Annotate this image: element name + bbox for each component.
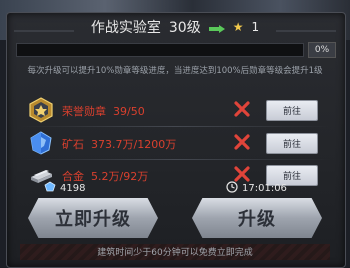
progress-percent: 0%	[308, 42, 336, 58]
progress-row: 0%	[16, 42, 336, 58]
row-divider	[20, 159, 330, 160]
building-level: 30级	[168, 20, 201, 36]
ore-icon	[28, 130, 54, 156]
requirement-medal-text: 荣誉勋章 39/50	[62, 105, 145, 118]
rank-value: 1	[251, 20, 260, 34]
upgrade-progress-bar	[16, 43, 304, 57]
row-divider	[20, 126, 330, 127]
build-time: 17:01:06	[226, 180, 287, 196]
go-button-medal[interactable]: 前往	[266, 100, 318, 121]
medal-icon	[28, 97, 54, 123]
requirement-row-medal: 荣誉勋章 39/50 前往	[14, 97, 336, 123]
build-time-value: 17:01:06	[242, 182, 287, 194]
instant-upgrade-button[interactable]: 立即升级	[28, 198, 158, 238]
requirement-ore-text: 矿石 373.7万/1200万	[62, 138, 177, 151]
x-icon	[234, 101, 250, 117]
upgrade-arrow-icon	[208, 22, 225, 33]
go-button-ore[interactable]: 前往	[266, 133, 318, 154]
gem-cost: 4198	[44, 181, 85, 195]
requirement-row-ore: 矿石 373.7万/1200万 前往	[14, 130, 336, 156]
gem-icon	[44, 181, 56, 196]
upgrade-button[interactable]: 升级	[192, 198, 322, 238]
title-bar: 作战实验室 30级 ★ 1	[60, 14, 290, 40]
upgrade-description: 每次升级可以提升10%勋章等级进度，当进度达到100%后勋章等级会提升1级	[27, 66, 323, 76]
footer-hint: 建筑时间少于60分钟可以免费立即完成	[97, 247, 253, 258]
clock-icon	[226, 180, 238, 196]
gem-cost-value: 4198	[60, 182, 86, 194]
rank-star-icon: ★	[232, 20, 244, 34]
page-title: 作战实验室	[90, 20, 161, 36]
x-icon	[234, 134, 250, 150]
